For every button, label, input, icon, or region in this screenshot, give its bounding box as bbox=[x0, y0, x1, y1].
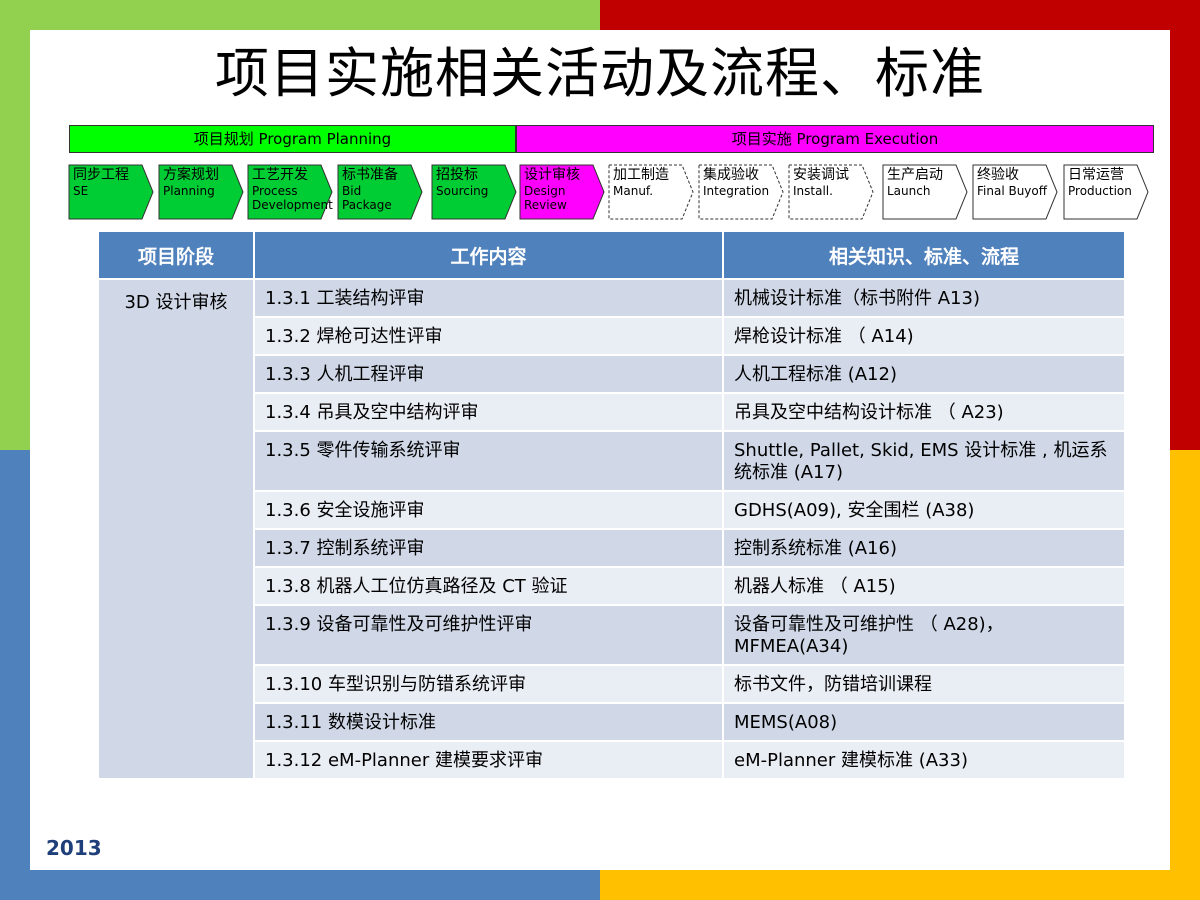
process-step: 安装调试 Install. bbox=[788, 164, 874, 220]
step-label-en: Install. bbox=[793, 184, 833, 198]
step-label-cn: 生产启动 bbox=[887, 167, 943, 183]
activity-table: 项目阶段 工作内容 相关知识、标准、流程 3D 设计审核 1.3.1 工装结构评审… bbox=[97, 230, 1126, 780]
work-cell: 1.3.1 工装结构评审 bbox=[253, 278, 724, 318]
table-row: 3D 设计审核 1.3.1 工装结构评审 机械设计标准（标书附件 A13) bbox=[97, 278, 1126, 780]
step-label-cn: 同步工程 bbox=[73, 167, 129, 183]
phase-cell: 3D 设计审核 bbox=[97, 278, 255, 780]
work-text: 1.3.4 吊具及空中结构评审 bbox=[265, 402, 479, 423]
step-label-cn: 安装调试 bbox=[793, 167, 849, 183]
phase-planning-bar: 项目规划 Program Planning bbox=[69, 125, 516, 153]
reference-text: 机械设计标准（标书附件 A13) bbox=[734, 288, 980, 309]
step-label-en: Bid Package bbox=[342, 184, 392, 212]
step-label-cn: 招投标 bbox=[436, 167, 478, 183]
work-text: 1.3.9 设备可靠性及可维护性评审 bbox=[265, 614, 533, 635]
step-label-en: Design Review bbox=[524, 184, 567, 212]
process-step: 终验收 Final Buyoff bbox=[972, 164, 1058, 220]
step-label-en: Sourcing bbox=[436, 184, 489, 198]
reference-cell: 机械设计标准（标书附件 A13) bbox=[722, 278, 1126, 318]
process-step: 集成验收 Integration bbox=[698, 164, 784, 220]
work-text: 1.3.5 零件传输系统评审 bbox=[265, 440, 461, 461]
work-cell: 1.3.9 设备可靠性及可维护性评审 bbox=[253, 604, 724, 666]
process-step: 加工制造 Manuf. bbox=[608, 164, 694, 220]
step-label-cn: 加工制造 bbox=[613, 167, 669, 183]
process-step: 生产启动 Launch bbox=[882, 164, 968, 220]
step-label-cn: 标书准备 bbox=[342, 167, 398, 183]
step-label-en: SE bbox=[73, 184, 89, 198]
process-step: 设计审核 Design Review bbox=[519, 164, 605, 220]
work-text: 1.3.1 工装结构评审 bbox=[265, 288, 425, 309]
work-text: 1.3.8 机器人工位仿真路径及 CT 验证 bbox=[265, 576, 568, 597]
step-label-en: Final Buyoff bbox=[977, 184, 1048, 198]
work-text: 1.3.11 数模设计标准 bbox=[265, 712, 436, 733]
step-label-en: Integration bbox=[703, 184, 770, 198]
work-cell: 1.3.4 吊具及空中结构评审 bbox=[253, 392, 724, 432]
step-label-en: Manuf. bbox=[613, 184, 654, 198]
step-label-en: Planning bbox=[163, 184, 215, 198]
process-step: 招投标 Sourcing bbox=[431, 164, 517, 220]
reference-text: Shuttle, Pallet, Skid, EMS 设计标准 , 机运系统标准… bbox=[734, 440, 1108, 483]
reference-text: 控制系统标准 (A16) bbox=[734, 538, 897, 559]
work-cell: 1.3.6 安全设施评审 bbox=[253, 490, 724, 530]
work-cell: 1.3.7 控制系统评审 bbox=[253, 528, 724, 568]
reference-cell: 吊具及空中结构设计标准 （ A23) bbox=[722, 392, 1126, 432]
reference-text: 设备可靠性及可维护性 （ A28)， MFMEA(A34) bbox=[734, 614, 1004, 657]
step-label-en: Production bbox=[1068, 184, 1132, 198]
reference-cell: 标书文件，防错培训课程 bbox=[722, 664, 1126, 704]
reference-text: 标书文件，防错培训课程 bbox=[734, 674, 932, 695]
reference-text: eM-Planner 建模标准 (A33) bbox=[734, 750, 968, 771]
work-cell: 1.3.11 数模设计标准 bbox=[253, 702, 724, 742]
reference-cell: GDHS(A09), 安全围栏 (A38) bbox=[722, 490, 1126, 530]
step-label-cn: 设计审核 bbox=[524, 167, 580, 183]
phase-execution-bar: 项目实施 Program Execution bbox=[516, 125, 1154, 153]
process-step: 标书准备 Bid Package bbox=[337, 164, 423, 220]
reference-cell: 控制系统标准 (A16) bbox=[722, 528, 1126, 568]
step-label-cn: 方案规划 bbox=[163, 167, 219, 183]
work-cell: 1.3.12 eM-Planner 建模要求评审 bbox=[253, 740, 724, 780]
work-text: 1.3.2 焊枪可达性评审 bbox=[265, 326, 443, 347]
reference-text: 吊具及空中结构设计标准 （ A23) bbox=[734, 402, 1004, 423]
work-cell: 1.3.2 焊枪可达性评审 bbox=[253, 316, 724, 356]
step-label-cn: 日常运营 bbox=[1068, 167, 1124, 183]
work-cell: 1.3.5 零件传输系统评审 bbox=[253, 430, 724, 492]
reference-text: 焊枪设计标准 （ A14) bbox=[734, 326, 914, 347]
reference-cell: 设备可靠性及可维护性 （ A28)， MFMEA(A34) bbox=[722, 604, 1126, 666]
work-text: 1.3.7 控制系统评审 bbox=[265, 538, 425, 559]
process-step: 方案规划 Planning bbox=[158, 164, 244, 220]
footer-text: 2013 bbox=[46, 836, 102, 860]
reference-cell: 焊枪设计标准 （ A14) bbox=[722, 316, 1126, 356]
header-reference: 相关知识、标准、流程 bbox=[722, 230, 1126, 280]
reference-cell: 机器人标准 （ A15) bbox=[722, 566, 1126, 606]
reference-cell: MEMS(A08) bbox=[722, 702, 1126, 742]
work-text: 1.3.10 车型识别与防错系统评审 bbox=[265, 674, 526, 695]
step-label-en: Launch bbox=[887, 184, 931, 198]
work-cell: 1.3.3 人机工程评审 bbox=[253, 354, 724, 394]
work-text: 1.3.6 安全设施评审 bbox=[265, 500, 425, 521]
process-step: 日常运营 Production bbox=[1063, 164, 1149, 220]
header-phase: 项目阶段 bbox=[97, 230, 255, 280]
process-step: 工艺开发 Process Development bbox=[247, 164, 333, 220]
reference-text: MEMS(A08) bbox=[734, 712, 838, 733]
slide-title: 项目实施相关活动及流程、标准 bbox=[215, 42, 985, 105]
work-cell: 1.3.10 车型识别与防错系统评审 bbox=[253, 664, 724, 704]
process-step: 同步工程 SE bbox=[68, 164, 154, 220]
step-label-en: Process Development bbox=[252, 184, 333, 212]
step-label-cn: 集成验收 bbox=[703, 167, 759, 183]
table-header-row: 项目阶段 工作内容 相关知识、标准、流程 bbox=[97, 230, 1126, 280]
header-work: 工作内容 bbox=[253, 230, 724, 280]
step-label-cn: 工艺开发 bbox=[252, 167, 308, 183]
reference-cell: eM-Planner 建模标准 (A33) bbox=[722, 740, 1126, 780]
reference-cell: 人机工程标准 (A12) bbox=[722, 354, 1126, 394]
reference-text: 机器人标准 （ A15) bbox=[734, 576, 896, 597]
reference-cell: Shuttle, Pallet, Skid, EMS 设计标准 , 机运系统标准… bbox=[722, 430, 1126, 492]
reference-text: 人机工程标准 (A12) bbox=[734, 364, 897, 385]
step-label-cn: 终验收 bbox=[977, 167, 1019, 183]
reference-text: GDHS(A09), 安全围栏 (A38) bbox=[734, 500, 975, 521]
work-text: 1.3.12 eM-Planner 建模要求评审 bbox=[265, 750, 543, 771]
work-cell: 1.3.8 机器人工位仿真路径及 CT 验证 bbox=[253, 566, 724, 606]
work-text: 1.3.3 人机工程评审 bbox=[265, 364, 425, 385]
